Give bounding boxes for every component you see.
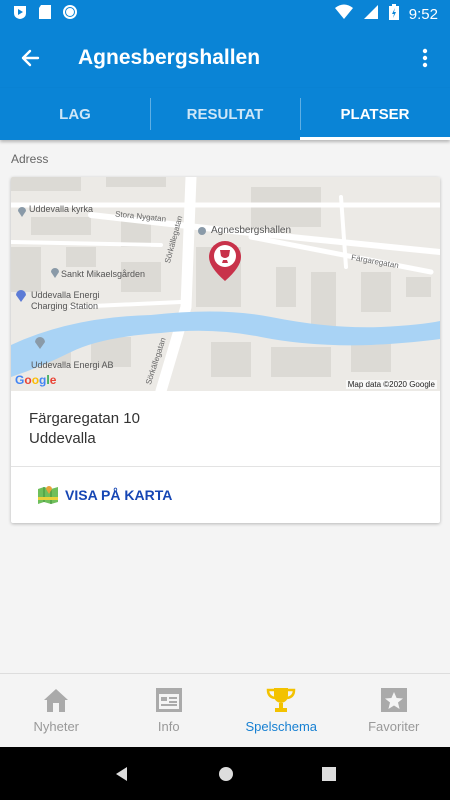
map-label-kyrka: Uddevalla kyrka <box>29 204 94 214</box>
back-triangle-icon[interactable] <box>114 766 130 782</box>
page-title: Agnesbergshallen <box>78 46 261 69</box>
recents-square-icon[interactable] <box>322 766 336 781</box>
map-view[interactable]: Uddevalla kyrka Stora Nygatan Agnesbergs… <box>11 177 440 391</box>
system-navigation-bar <box>0 747 450 800</box>
trophy-icon <box>266 688 296 712</box>
tab-platser[interactable]: PLATSER <box>300 88 450 140</box>
status-bar: 9:52 <box>0 0 450 28</box>
star-icon <box>380 688 407 712</box>
tab-bar: LAG RESULTAT PLATSER <box>0 88 450 140</box>
nav-nyheter[interactable]: Nyheter <box>0 674 113 747</box>
browser-icon <box>155 688 182 712</box>
map-icon <box>38 486 58 504</box>
back-button[interactable] <box>0 28 60 88</box>
bottom-navigation: Nyheter Info Spelschema Favoriter <box>0 673 450 747</box>
map-label-energi-2: Charging Station <box>31 301 99 311</box>
arrow-back-icon <box>21 49 40 67</box>
nav-favoriter[interactable]: Favoriter <box>338 674 450 747</box>
play-protect-icon <box>12 4 28 25</box>
globe-icon <box>62 4 78 25</box>
battery-charging-icon <box>388 4 399 24</box>
sd-card-icon <box>38 4 52 25</box>
show-on-map-button[interactable]: VISA PÅ KARTA <box>11 467 440 523</box>
more-vert-icon <box>422 48 428 68</box>
signal-icon <box>363 4 379 24</box>
map-label-energi-ab: Uddevalla Energi AB <box>31 360 114 370</box>
home-circle-icon[interactable] <box>218 766 234 782</box>
map-label-hallen: Agnesbergshallen <box>211 225 292 236</box>
nav-spelschema[interactable]: Spelschema <box>225 674 338 747</box>
overflow-menu-button[interactable] <box>400 28 450 88</box>
tab-lag[interactable]: LAG <box>0 88 150 140</box>
section-label: Adress <box>11 152 49 166</box>
map-label-energi-1: Uddevalla Energi <box>31 290 100 300</box>
show-on-map-label: VISA PÅ KARTA <box>65 487 173 503</box>
house-icon <box>44 689 69 712</box>
map-copyright: Map data ©2020 Google <box>345 380 437 389</box>
location-card: Uddevalla kyrka Stora Nygatan Agnesbergs… <box>11 177 440 523</box>
address-block: Färgaregatan 10 Uddevalla <box>11 391 440 467</box>
map-label-mikael: Sankt Mikaelsgården <box>61 269 146 279</box>
google-logo: Google <box>15 373 57 387</box>
nav-info[interactable]: Info <box>113 674 226 747</box>
address-city: Uddevalla <box>29 430 96 447</box>
status-time: 9:52 <box>408 5 438 23</box>
tab-resultat[interactable]: RESULTAT <box>150 88 300 140</box>
app-bar: Agnesbergshallen <box>0 28 450 88</box>
address-street: Färgaregatan 10 <box>29 410 140 427</box>
wifi-icon <box>334 4 353 24</box>
